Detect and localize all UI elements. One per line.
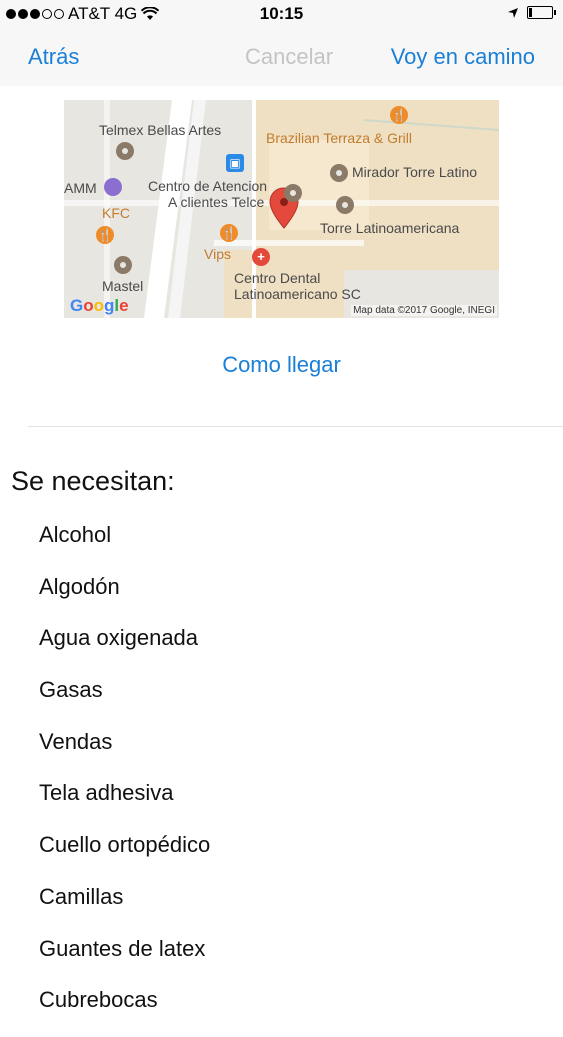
list-item: Alcohol — [39, 522, 112, 547]
list-item: Vendas — [39, 728, 113, 754]
map-label-mirador: Mirador Torre Latino — [352, 164, 478, 180]
status-time: 10:15 — [259, 4, 304, 23]
list-item: Gasas — [39, 677, 103, 703]
map-label-kfc: KFC — [102, 205, 130, 221]
map-poi-torre-icon[interactable] — [336, 196, 354, 214]
status-bar: AT&T 4G 10:15 — [0, 0, 563, 30]
divider — [28, 426, 563, 427]
needs-list: Alcohol Algodón Agua oxigenada Gasas Ven… — [39, 520, 210, 1037]
map-label-brazilian: Brazilian Terraza & Grill — [266, 130, 413, 146]
map-attribution[interactable]: Map data ©2017 Google, INEGI — [351, 305, 497, 316]
map-label-centro-dental-1: Centro Dental — [234, 270, 321, 286]
map-poi-dental-icon[interactable]: + — [252, 248, 270, 266]
list-item: Cubrebocas — [39, 987, 158, 1013]
list-item: Tela adhesiva — [39, 780, 174, 806]
map-poi-shopping-icon[interactable] — [104, 178, 122, 196]
map-label-torre: Torre Latinoamericana — [320, 220, 460, 236]
map-poi-kfc-icon[interactable]: 🍴 — [96, 226, 114, 244]
map-poi-centro-atencion-icon[interactable] — [284, 184, 302, 202]
directions-link[interactable]: Como llegar — [0, 352, 563, 378]
google-logo: Google — [70, 296, 129, 315]
list-item: Camillas — [39, 883, 124, 909]
list-item: Guantes de latex — [39, 935, 206, 961]
list-item: Agua oxigenada — [39, 625, 199, 651]
map-transit-icon[interactable]: ▣ — [226, 154, 244, 172]
map-label-telmex: Telmex Bellas Artes — [99, 122, 222, 138]
map-poi-vips-icon[interactable]: 🍴 — [220, 224, 238, 242]
location-arrow-icon — [508, 7, 518, 18]
map-poi-camera-icon[interactable] — [330, 164, 348, 182]
map-poi-telmex-icon[interactable] — [116, 142, 134, 160]
map-label-centro-dental-2: Latinoamericano SC — [234, 286, 361, 302]
list-item: Algodón — [39, 573, 120, 599]
on-my-way-button[interactable]: Voy en camino — [391, 44, 535, 70]
status-right — [507, 6, 556, 19]
map-label-vips: Vips — [204, 246, 231, 262]
back-button[interactable]: Atrás — [28, 44, 79, 70]
map-poi-restaurant-icon[interactable]: 🍴 — [390, 106, 408, 124]
map-label-centro-atencion-1: Centro de Atencion — [148, 178, 268, 194]
map-view[interactable]: Telmex Bellas Artes 🍴 Brazilian Terraza … — [64, 100, 499, 318]
map-label-amm: AMM — [64, 180, 97, 196]
map-label-centro-atencion-2: A clientes Telce — [168, 194, 265, 210]
list-item: Cuello ortopédico — [39, 832, 211, 858]
map-label-mastel: Mastel — [102, 278, 144, 294]
cancel-button[interactable]: Cancelar — [245, 44, 333, 70]
battery-icon — [527, 6, 556, 19]
needs-title: Se necesitan: — [11, 466, 175, 496]
map-poi-mastel-icon[interactable] — [114, 256, 132, 274]
nav-bar: Atrás Cancelar Voy en camino — [0, 30, 563, 86]
